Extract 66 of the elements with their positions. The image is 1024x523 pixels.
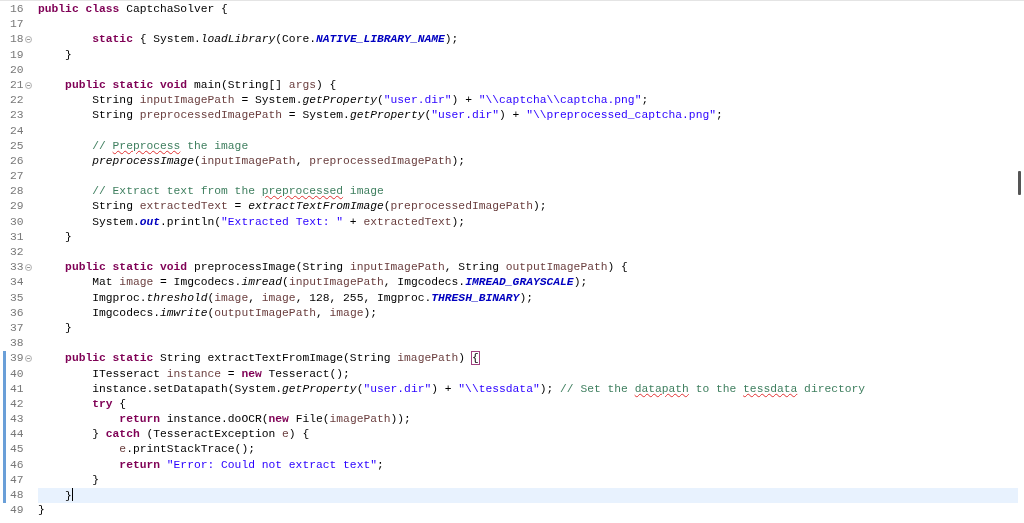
code-line: } <box>38 503 46 519</box>
line-number: 26 <box>9 153 24 169</box>
code-line: Imgproc.threshold(image, image, 128, 255, Imgproc.THRESH_BINARY); <box>91 290 534 306</box>
line-number: 39 <box>3 351 24 367</box>
line-number: 41 <box>3 381 24 397</box>
code-line: String inputImagePath = System.getProperty("user.dir") + "\\captcha\\captcha.png"; <box>91 93 650 109</box>
code-line: } catch (TesseractException e) { <box>91 427 311 443</box>
line-number: 29 <box>9 199 24 215</box>
line-number: 44 <box>3 427 24 443</box>
code-line: } <box>64 229 73 245</box>
line-number: 35 <box>9 290 24 306</box>
code-line: // Preprocess the image <box>91 138 250 154</box>
collapse-icon[interactable] <box>24 355 32 363</box>
line-number: 32 <box>9 245 24 260</box>
code-line: e.printStackTrace(); <box>118 442 256 458</box>
code-line: // Extract text from the preprocessed image <box>91 184 385 200</box>
code-line: public static void main(String[] args) { <box>64 77 338 93</box>
line-number: 33 <box>9 260 24 276</box>
line-number: 48 <box>3 488 24 504</box>
line-number: 37 <box>9 320 24 336</box>
collapse-icon[interactable] <box>24 82 32 90</box>
line-number: 30 <box>9 214 24 230</box>
code-line: System.out.println("Extracted Text: " + extractedText); <box>91 214 467 230</box>
code-line: public class CaptchaSolver { <box>38 2 229 17</box>
line-number: 24 <box>9 123 24 139</box>
line-number: 46 <box>3 457 24 473</box>
code-line: Imgcodecs.imwrite(outputImagePath, image); <box>91 305 378 321</box>
code-line: Mat image = Imgcodecs.imread(inputImagePath, Imgcodecs.IMREAD_GRAYSCALE); <box>91 275 589 291</box>
line-number: 21 <box>9 77 24 93</box>
code-line: public static String extractTextFromImage(String imagePath) { <box>64 351 480 367</box>
code-line: String extractedText = extractTextFromImage(preprocessedImagePath); <box>91 199 548 215</box>
scrollbar-thumb[interactable] <box>1018 171 1021 195</box>
line-number: 34 <box>9 275 24 291</box>
code-line: try { <box>91 396 128 412</box>
code-line: instance.setDatapath(System.getProperty("user.dir") + "\\tessdata"); // Set the datapath to the tessdata directory <box>91 381 867 397</box>
code-line: } <box>64 320 73 336</box>
line-number: 27 <box>9 169 24 185</box>
code-line: return instance.doOCR(new File(imagePath)); <box>118 412 412 428</box>
line-number: 16 <box>9 2 24 17</box>
line-number: 31 <box>9 229 24 245</box>
code-line: static { System.loadLibrary(Core.NATIVE_LIBRARY_NAME); <box>91 32 460 48</box>
collapse-icon[interactable] <box>24 36 32 44</box>
line-number: 19 <box>9 47 24 63</box>
code-line: } <box>64 47 73 63</box>
collapse-icon[interactable] <box>24 264 32 272</box>
code-line: } <box>91 472 100 488</box>
code-line: preprocessImage(inputImagePath, preprocessedImagePath); <box>91 153 467 169</box>
line-number: 38 <box>9 336 24 352</box>
line-number: 25 <box>9 138 24 154</box>
line-number: 47 <box>3 472 24 488</box>
line-number: 49 <box>9 503 24 519</box>
line-number: 20 <box>9 62 24 78</box>
line-number: 22 <box>9 93 24 109</box>
code-line: public static void preprocessImage(String inputImagePath, String outputImagePath) { <box>64 260 629 276</box>
line-number: 42 <box>3 396 24 413</box>
line-number: 40 <box>3 366 24 382</box>
line-number: 43 <box>3 412 24 428</box>
line-number: 17 <box>9 17 24 33</box>
line-number: 28 <box>9 184 24 200</box>
line-number: 18 <box>9 32 24 48</box>
line-number: 36 <box>9 305 24 321</box>
line-number: 23 <box>9 108 24 124</box>
line-number: 45 <box>3 442 24 458</box>
code-line: return "Error: Could not extract text"; <box>118 457 385 473</box>
code-line: String preprocessedImagePath = System.getProperty("user.dir") + "\\preprocessed_captcha.png"; <box>91 108 724 124</box>
code-line: ITesseract instance = new Tesseract(); <box>91 366 351 382</box>
